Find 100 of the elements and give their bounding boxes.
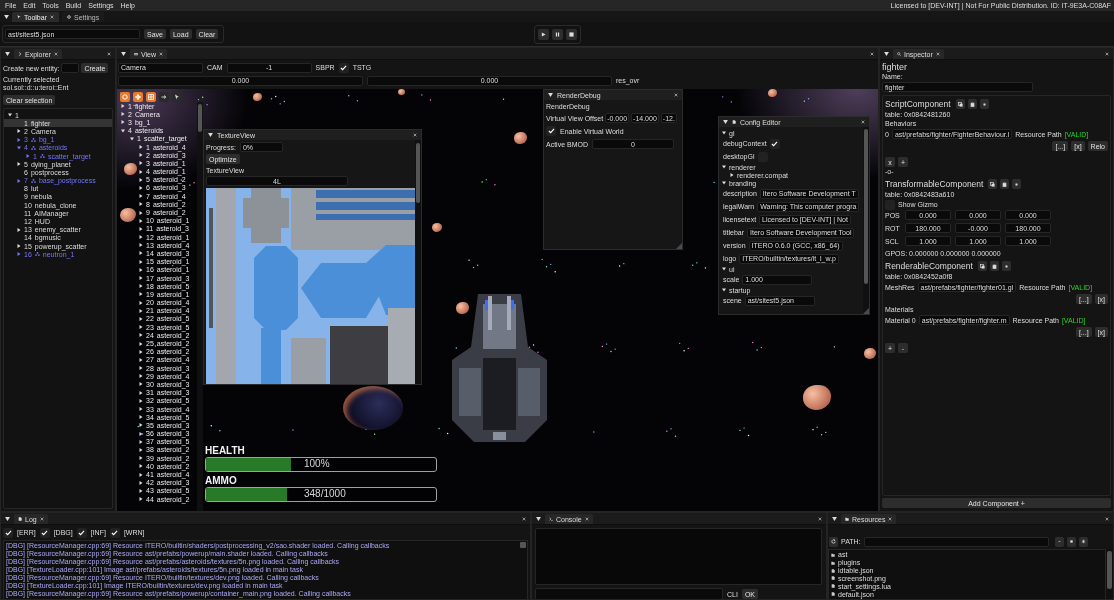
caret-icon[interactable]: [121, 128, 125, 133]
tool-button[interactable]: [159, 92, 169, 102]
caret-down-icon[interactable]: [832, 516, 837, 521]
close-icon[interactable]: [888, 517, 893, 521]
caret-icon[interactable]: [139, 300, 143, 305]
caret-icon[interactable]: [139, 325, 143, 330]
checkbox[interactable]: [39, 527, 50, 538]
caret-icon[interactable]: [8, 113, 12, 118]
caret-icon[interactable]: [139, 407, 143, 412]
scrollbar[interactable]: [197, 102, 203, 511]
caret-icon[interactable]: [139, 431, 143, 436]
close-icon[interactable]: [935, 52, 940, 56]
caret-down-icon[interactable]: [5, 51, 10, 56]
caret-down-icon[interactable]: [4, 14, 9, 19]
close-icon[interactable]: [54, 52, 59, 56]
refresh-button[interactable]: [829, 536, 838, 547]
copy-button[interactable]: [988, 179, 998, 189]
caret-icon[interactable]: [139, 464, 143, 469]
caret-icon[interactable]: [139, 398, 143, 403]
icon-button[interactable]: [1001, 261, 1011, 271]
caret-icon[interactable]: [139, 382, 143, 387]
caret-icon[interactable]: [139, 292, 143, 297]
scrollbar-thumb[interactable]: [1107, 551, 1112, 589]
close-icon[interactable]: [870, 51, 874, 56]
caret-icon[interactable]: [139, 423, 143, 428]
caret-icon[interactable]: [17, 227, 21, 232]
caret-icon[interactable]: [139, 161, 143, 166]
close-icon[interactable]: [674, 93, 678, 97]
caret-icon[interactable]: [139, 390, 143, 395]
caret-icon[interactable]: [139, 185, 143, 190]
caret-icon[interactable]: [139, 169, 143, 174]
tool-button[interactable]: [120, 92, 130, 102]
paste-button[interactable]: [989, 261, 999, 271]
caret-icon[interactable]: [139, 226, 143, 231]
caret-icon[interactable]: [139, 267, 143, 272]
caret-icon[interactable]: [121, 120, 125, 125]
caret-icon[interactable]: [17, 129, 21, 134]
caret-icon[interactable]: [139, 316, 143, 321]
caret-icon[interactable]: [139, 202, 143, 207]
caret-icon[interactable]: [139, 259, 143, 264]
caret-icon[interactable]: [139, 456, 143, 461]
scrollbar-thumb[interactable]: [416, 143, 420, 203]
scrollbar[interactable]: [415, 140, 421, 384]
caret-icon[interactable]: [139, 357, 143, 362]
caret-icon[interactable]: [139, 488, 143, 493]
caret-down-icon[interactable]: [548, 93, 553, 97]
tool-button[interactable]: [133, 92, 143, 102]
caret-icon[interactable]: [139, 177, 143, 182]
scrollbar-thumb[interactable]: [864, 129, 868, 284]
close-icon[interactable]: [39, 517, 44, 521]
caret-down-icon[interactable]: [536, 516, 541, 521]
scrollbar[interactable]: [863, 127, 869, 314]
caret-icon[interactable]: [121, 112, 125, 117]
paste-button[interactable]: [967, 99, 977, 109]
scrollbar[interactable]: [1106, 549, 1113, 599]
icon-button[interactable]: [979, 99, 989, 109]
icon-button[interactable]: [1066, 536, 1076, 547]
checkbox[interactable]: [338, 62, 349, 73]
resize-grip-icon[interactable]: [676, 243, 682, 249]
command-field[interactable]: [535, 588, 723, 599]
caret-icon[interactable]: [139, 284, 143, 289]
caret-icon[interactable]: [17, 244, 21, 249]
caret-icon[interactable]: [139, 218, 143, 223]
close-icon[interactable]: [1105, 51, 1109, 56]
caret-icon[interactable]: [722, 267, 726, 271]
close-icon[interactable]: [107, 51, 111, 56]
caret-down-icon[interactable]: [208, 133, 213, 137]
checkbox[interactable]: [769, 138, 780, 149]
checkbox[interactable]: [3, 527, 13, 538]
caret-down-icon[interactable]: [723, 120, 728, 124]
caret-icon[interactable]: [139, 349, 143, 354]
caret-icon[interactable]: [722, 131, 726, 135]
caret-icon[interactable]: [139, 145, 143, 150]
caret-icon[interactable]: [139, 415, 143, 420]
caret-icon[interactable]: [139, 276, 143, 281]
caret-icon[interactable]: [139, 439, 143, 444]
caret-icon[interactable]: [722, 181, 726, 185]
caret-icon[interactable]: [139, 480, 143, 485]
play-button[interactable]: [537, 28, 549, 40]
stop-button[interactable]: [565, 28, 577, 40]
close-icon[interactable]: [1105, 516, 1109, 521]
caret-icon[interactable]: [722, 165, 726, 169]
entity-name-field[interactable]: [61, 63, 80, 73]
close-icon[interactable]: [522, 516, 526, 521]
caret-icon[interactable]: [139, 366, 143, 371]
close-icon[interactable]: [584, 517, 589, 521]
checkbox[interactable]: [76, 527, 87, 538]
close-icon[interactable]: [861, 120, 865, 124]
scrollbar-thumb[interactable]: [198, 104, 202, 132]
copy-button[interactable]: [955, 99, 965, 109]
caret-icon[interactable]: [730, 173, 734, 177]
caret-icon[interactable]: [139, 210, 143, 215]
path-field[interactable]: [863, 536, 1049, 547]
caret-down-icon[interactable]: [121, 51, 126, 56]
resize-grip-icon[interactable]: [863, 308, 869, 314]
paste-button[interactable]: [1000, 179, 1010, 189]
close-icon[interactable]: [49, 15, 54, 19]
caret-icon[interactable]: [17, 162, 21, 167]
caret-icon[interactable]: [139, 374, 143, 379]
caret-icon[interactable]: [139, 235, 143, 240]
